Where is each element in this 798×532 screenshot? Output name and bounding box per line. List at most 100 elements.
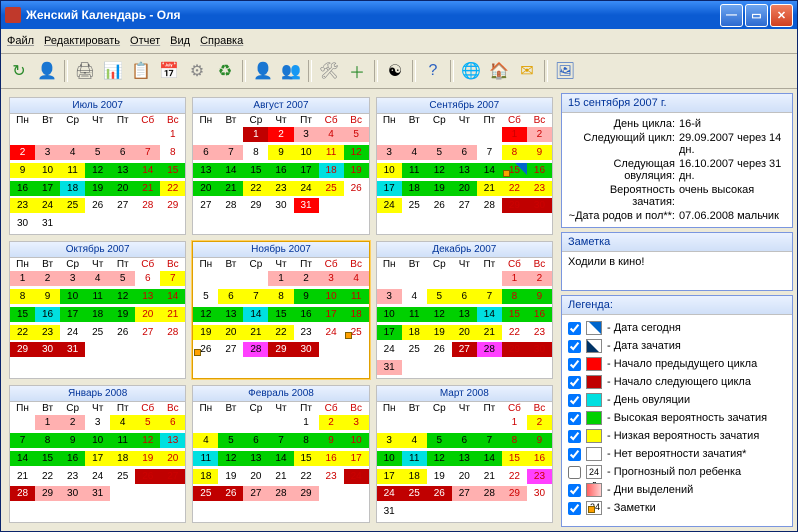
day-cell[interactable]: 2 [60, 415, 85, 430]
recycle-icon[interactable]: ♻ [212, 58, 238, 84]
day-cell[interactable]: 15 [502, 163, 527, 178]
day-cell[interactable]: 13 [452, 307, 477, 322]
day-cell[interactable]: 6 [160, 415, 185, 430]
day-cell[interactable]: 8 [243, 145, 268, 160]
day-cell[interactable]: 14 [477, 163, 502, 178]
day-cell[interactable]: 6 [243, 433, 268, 448]
day-cell[interactable]: 5 [427, 289, 452, 304]
day-cell[interactable]: 17 [85, 451, 110, 466]
day-cell[interactable]: 5 [110, 271, 135, 286]
day-cell[interactable]: 6 [110, 145, 135, 160]
day-cell[interactable]: 16 [527, 163, 552, 178]
month-title[interactable]: Декабрь 2007 [377, 242, 552, 258]
day-cell[interactable]: 1 [243, 127, 268, 142]
day-cell[interactable]: 9 [319, 433, 344, 448]
day-cell[interactable]: 18 [402, 469, 427, 484]
menu-file[interactable]: Файл [7, 35, 34, 47]
day-cell[interactable]: 24 [377, 486, 402, 501]
close-button[interactable]: ✕ [770, 4, 793, 27]
day-cell[interactable]: 7 [218, 145, 243, 160]
day-cell[interactable]: 24 [377, 198, 402, 213]
month-title[interactable]: Август 2007 [193, 98, 368, 114]
day-cell[interactable]: 24 [319, 325, 344, 340]
day-cell[interactable]: 22 [502, 181, 527, 196]
day-cell[interactable]: 11 [319, 145, 344, 160]
day-cell[interactable]: 9 [294, 289, 319, 304]
day-cell[interactable]: 28 [218, 198, 243, 213]
day-cell[interactable]: 5 [344, 127, 369, 142]
day-cell[interactable]: 12 [427, 451, 452, 466]
day-cell[interactable]: 8 [35, 433, 60, 448]
day-cell[interactable]: 30 [35, 342, 60, 357]
calendar-icon[interactable]: 📅 [156, 58, 182, 84]
day-cell[interactable]: 3 [344, 415, 369, 430]
day-cell[interactable]: 10 [85, 433, 110, 448]
minimize-button[interactable]: — [720, 4, 743, 27]
day-cell[interactable]: 30 [527, 198, 552, 213]
day-cell[interactable]: 23 [294, 325, 319, 340]
day-cell[interactable]: 8 [268, 289, 293, 304]
day-cell[interactable]: 11 [60, 163, 85, 178]
day-cell[interactable]: 26 [218, 486, 243, 501]
month-title[interactable]: Октябрь 2007 [10, 242, 185, 258]
day-cell[interactable]: 30 [60, 486, 85, 501]
day-cell[interactable]: 22 [294, 469, 319, 484]
gear-icon[interactable]: ⚙ [184, 58, 210, 84]
day-cell[interactable]: 7 [243, 289, 268, 304]
legend-checkbox[interactable] [568, 484, 581, 497]
day-cell[interactable]: 26 [135, 469, 160, 484]
day-cell[interactable]: 29 [10, 342, 35, 357]
day-cell[interactable]: 9 [527, 289, 552, 304]
help-icon[interactable]: ? [420, 58, 446, 84]
day-cell[interactable]: 30 [10, 216, 35, 231]
day-cell[interactable]: 24 [35, 198, 60, 213]
day-cell[interactable]: 20 [452, 181, 477, 196]
day-cell[interactable]: 20 [193, 181, 218, 196]
day-cell[interactable]: 7 [477, 289, 502, 304]
day-cell[interactable]: 23 [35, 325, 60, 340]
day-cell[interactable]: 26 [427, 198, 452, 213]
day-cell[interactable]: 10 [294, 145, 319, 160]
day-cell[interactable]: 22 [268, 325, 293, 340]
day-cell[interactable]: 21 [160, 307, 185, 322]
day-cell[interactable]: 2 [319, 415, 344, 430]
day-cell[interactable]: 19 [427, 469, 452, 484]
day-cell[interactable]: 6 [452, 433, 477, 448]
day-cell[interactable]: 1 [35, 415, 60, 430]
day-cell[interactable]: 9 [10, 163, 35, 178]
day-cell[interactable]: 4 [402, 145, 427, 160]
day-cell[interactable]: 14 [10, 451, 35, 466]
day-cell[interactable]: 22 [502, 469, 527, 484]
day-cell[interactable]: 5 [85, 145, 110, 160]
day-cell[interactable]: 31 [377, 360, 402, 375]
day-cell[interactable]: 11 [402, 307, 427, 322]
day-cell[interactable]: 25 [344, 325, 369, 340]
day-cell[interactable]: 20 [218, 325, 243, 340]
day-cell[interactable]: 12 [110, 289, 135, 304]
day-cell[interactable]: 7 [477, 145, 502, 160]
day-cell[interactable]: 18 [344, 307, 369, 322]
day-cell[interactable]: 2 [527, 127, 552, 142]
month-title[interactable]: Март 2008 [377, 386, 552, 402]
day-cell[interactable]: 29 [294, 486, 319, 501]
day-cell[interactable]: 15 [243, 163, 268, 178]
day-cell[interactable]: 2 [527, 271, 552, 286]
home-icon[interactable]: 🏠 [486, 58, 512, 84]
day-cell[interactable]: 1 [268, 271, 293, 286]
day-cell[interactable]: 6 [193, 145, 218, 160]
day-cell[interactable]: 13 [135, 289, 160, 304]
day-cell[interactable]: 19 [427, 181, 452, 196]
day-cell[interactable]: 19 [344, 163, 369, 178]
day-cell[interactable]: 14 [268, 451, 293, 466]
day-cell[interactable]: 7 [160, 271, 185, 286]
day-cell[interactable]: 13 [110, 163, 135, 178]
day-cell[interactable]: 5 [218, 433, 243, 448]
day-cell[interactable]: 22 [502, 325, 527, 340]
day-cell[interactable]: 14 [243, 307, 268, 322]
day-cell[interactable]: 24 [85, 469, 110, 484]
day-cell[interactable]: 31 [294, 198, 319, 213]
day-cell[interactable]: 18 [402, 325, 427, 340]
day-cell[interactable]: 4 [344, 271, 369, 286]
day-cell[interactable]: 25 [60, 198, 85, 213]
legend-checkbox[interactable] [568, 448, 581, 461]
